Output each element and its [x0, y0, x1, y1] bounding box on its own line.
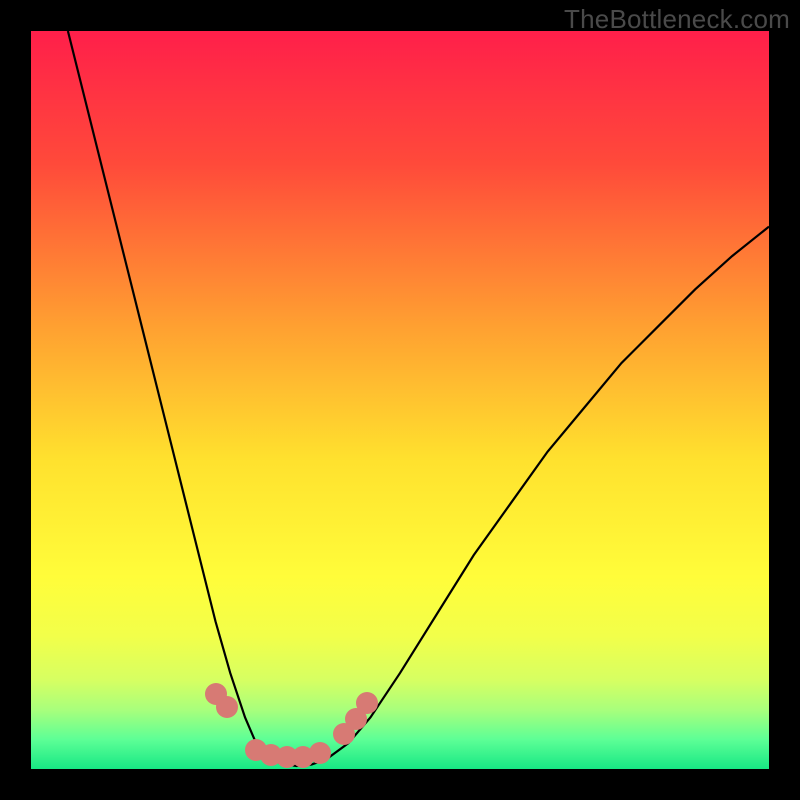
data-marker: [356, 692, 378, 714]
data-marker: [216, 696, 238, 718]
plot-area: [31, 31, 769, 769]
marker-layer: [31, 31, 769, 769]
data-marker: [309, 742, 331, 764]
watermark-text: TheBottleneck.com: [564, 4, 790, 35]
chart-frame: TheBottleneck.com: [0, 0, 800, 800]
